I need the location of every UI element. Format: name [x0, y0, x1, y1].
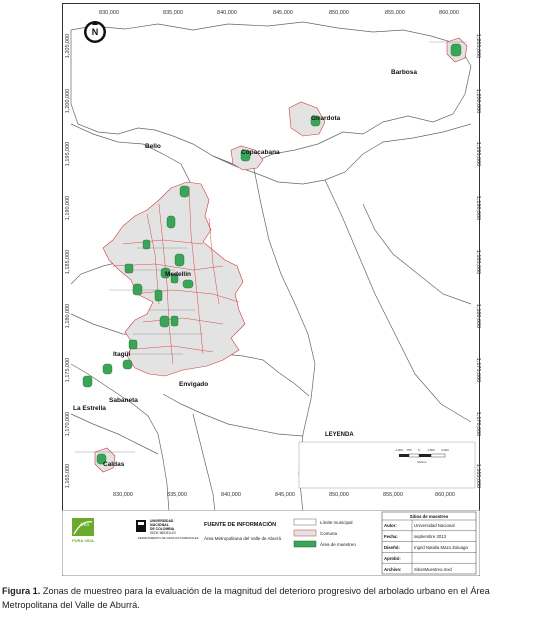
sample-area: [159, 315, 170, 328]
title-block-value: SitiosMuestreo.mxd: [414, 567, 452, 572]
title-block-label: Diseñó:: [384, 545, 400, 550]
legend-item-comuna: Comuna: [320, 531, 338, 536]
map-canvas: 830,000 835,000 840,000 845,000 850,000 …: [65, 10, 481, 513]
northing-tick: 1,180,000: [65, 304, 71, 328]
sample-area: [132, 283, 143, 296]
title-block-header: Sitios de muestreo: [410, 514, 449, 519]
northing-tick: 1,185,000: [475, 250, 481, 274]
svg-text:DEPARTAMENTO DE CIENCIAS FORES: DEPARTAMENTO DE CIENCIAS FORESTALES: [138, 536, 199, 540]
easting-tick: 850,000: [329, 492, 349, 498]
legend-title: LEYENDA: [325, 432, 354, 438]
source-title: FUENTE DE INFORMACIÓN: [204, 520, 276, 528]
place-girardota: Girardota: [311, 115, 341, 122]
easting-tick: 830,000: [99, 10, 119, 16]
easting-tick: 845,000: [273, 10, 293, 16]
sample-area: [166, 215, 176, 229]
svg-text:SEDE MEDELLÍN: SEDE MEDELLÍN: [150, 531, 176, 535]
northing-tick: 1,200,000: [65, 89, 71, 113]
place-barbosa: Barbosa: [391, 69, 417, 76]
source-text: Área Metropolitana del Valle de Aburrá: [204, 535, 281, 541]
title-block-value: septiembre 2013: [414, 534, 447, 539]
scale-label: 750: [406, 448, 411, 452]
northing-tick: 1,165,000: [65, 464, 71, 488]
title-block-label: Archivo:: [384, 567, 402, 572]
place-sabaneta: Sabaneta: [109, 397, 138, 404]
scale-label: 1,500: [427, 448, 435, 452]
title-block-label: Autor:: [384, 523, 397, 528]
title-block-value: Ingrid Natalia Mazo Zuluaga: [414, 545, 468, 550]
northing-tick: 1,195,000: [65, 142, 71, 166]
easting-tick: 850,000: [329, 10, 349, 16]
sample-area: [179, 185, 190, 198]
easting-tick: 845,000: [275, 492, 295, 498]
sample-area: [170, 315, 179, 327]
title-block-label: Aprobó:: [384, 556, 401, 561]
figure-caption: Figura 1. Zonas de muestreo para la eval…: [2, 584, 538, 612]
northing-tick: 1,190,000: [65, 196, 71, 220]
place-envigado: Envigado: [179, 381, 208, 388]
title-block: Sitios de muestreo Autor: Universidad Na…: [381, 511, 477, 575]
easting-tick: 830,000: [113, 492, 133, 498]
svg-text:Área: Área: [78, 521, 89, 527]
sample-area: [154, 289, 163, 302]
sample-area: [128, 339, 138, 350]
easting-tick: 835,000: [167, 492, 187, 498]
northing-tick: 1,175,000: [65, 358, 71, 382]
northing-tick: 1,180,000: [475, 304, 481, 328]
easting-ticks-bottom: 830,000 835,000 840,000 845,000 850,000 …: [113, 492, 455, 498]
northing-ticks-right: 1,205,000 1,200,000 1,195,000 1,190,000 …: [475, 34, 481, 488]
northing-tick: 1,190,000: [475, 196, 481, 220]
sample-area: [450, 43, 462, 57]
title-block-value: Universidad Nacional: [414, 523, 455, 528]
northing-tick: 1,205,000: [65, 34, 71, 58]
scale-unit: Metros: [417, 460, 427, 464]
northing-tick: 1,170,000: [475, 412, 481, 436]
scale-label: 3,000: [441, 448, 449, 452]
place-bello: Bello: [145, 143, 161, 150]
north-arrow-icon: N: [84, 21, 106, 43]
title-block-label: Fecha:: [384, 534, 398, 539]
sample-area: [122, 359, 133, 370]
caption-text: Zonas de muestreo para la evaluación de …: [2, 586, 490, 610]
info-panel: Área PURA VIDA UNIVERSIDAD NACIONAL DE C…: [62, 510, 480, 576]
easting-tick: 860,000: [435, 492, 455, 498]
place-medellin: Medellín: [165, 271, 191, 278]
easting-tick: 840,000: [217, 10, 237, 16]
northing-tick: 1,200,000: [475, 89, 481, 113]
map-frame: 830,000 835,000 840,000 845,000 850,000 …: [62, 3, 481, 513]
legend-item-municipal-limit: Límite municipal: [320, 520, 353, 525]
easting-tick: 840,000: [221, 492, 241, 498]
easting-ticks-top: 830,000 835,000 840,000 845,000 850,000 …: [99, 10, 459, 16]
place-itagui: Itagüí: [113, 351, 131, 358]
easting-tick: 855,000: [385, 10, 405, 16]
easting-tick: 855,000: [383, 492, 403, 498]
sample-area: [124, 263, 134, 274]
scale-label: 1,000: [395, 448, 403, 452]
sample-area: [82, 375, 93, 388]
place-la-estrella: La Estrella: [73, 405, 106, 412]
comuna-areas: [94, 37, 468, 473]
northing-tick: 1,185,000: [65, 250, 71, 274]
caption-label: Figura 1.: [2, 586, 41, 596]
area-metropolitana-logo: Área PURA VIDA: [72, 518, 94, 543]
legend-item-sample-area: Área de muestreo: [320, 541, 356, 547]
sample-area: [102, 363, 113, 375]
easting-tick: 860,000: [439, 10, 459, 16]
place-copacabana: Copacabana: [241, 149, 280, 156]
northing-tick: 1,170,000: [65, 412, 71, 436]
easting-tick: 835,000: [163, 10, 183, 16]
legend: LEYENDA: [298, 432, 476, 489]
northing-tick: 1,175,000: [475, 358, 481, 382]
sample-area: [174, 253, 185, 267]
place-caldas: Caldas: [103, 461, 125, 468]
sample-area: [142, 239, 151, 250]
northing-tick: 1,205,000: [475, 34, 481, 58]
northing-tick: 1,195,000: [475, 142, 481, 166]
svg-text:PURA VIDA: PURA VIDA: [72, 538, 94, 543]
northing-ticks-left: 1,205,000 1,200,000 1,195,000 1,190,000 …: [65, 34, 71, 488]
sample-area: [182, 279, 194, 289]
northing-tick: 1,165,000: [475, 464, 481, 488]
svg-text:N: N: [92, 27, 99, 37]
